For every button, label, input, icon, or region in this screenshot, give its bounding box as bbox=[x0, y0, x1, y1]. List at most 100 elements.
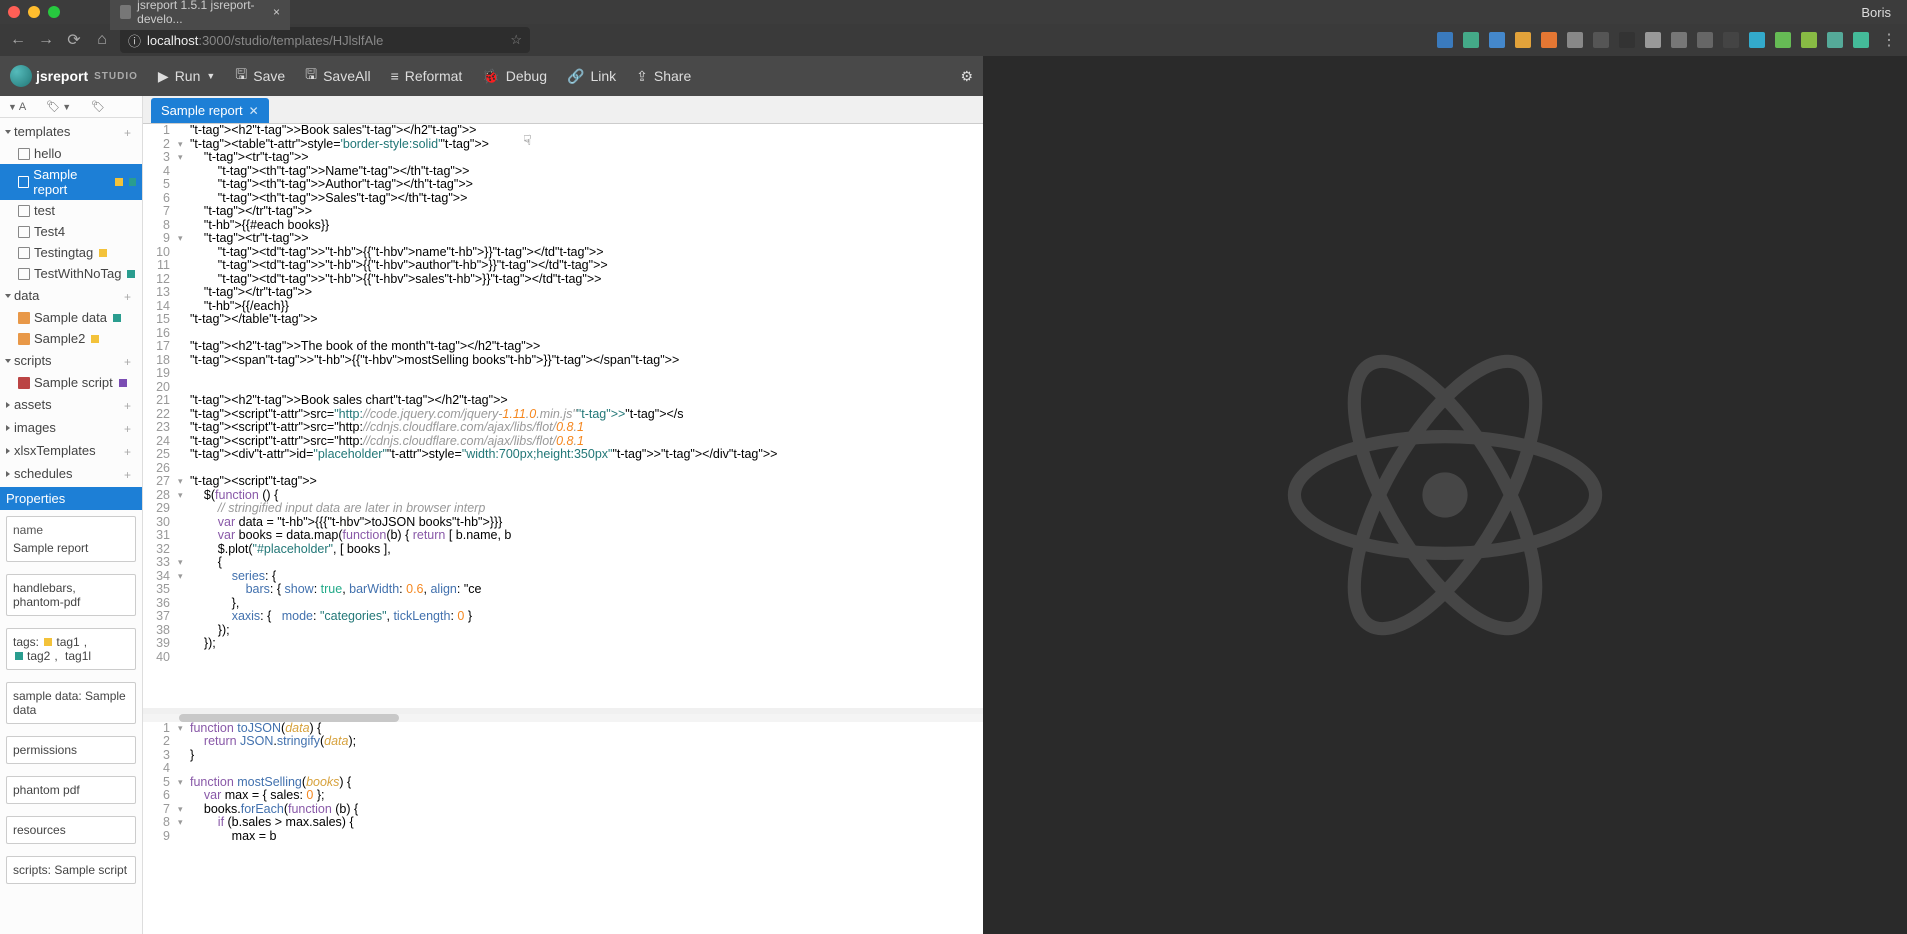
tree-item-test4[interactable]: Test4 bbox=[0, 221, 142, 242]
tag-icon bbox=[99, 249, 107, 257]
saveall-button[interactable]: 🖫 SaveAll bbox=[305, 64, 370, 88]
tree-item-test[interactable]: test bbox=[0, 200, 142, 221]
logo[interactable]: jsreport STUDIO bbox=[10, 65, 138, 87]
settings-button[interactable]: ⚙ bbox=[960, 68, 973, 85]
ext-icon[interactable] bbox=[1489, 32, 1505, 48]
logo-text: jsreport bbox=[36, 68, 88, 84]
tree-item-hello[interactable]: hello bbox=[0, 143, 142, 164]
info-icon[interactable]: ⓘ bbox=[128, 31, 141, 50]
ext-icon[interactable] bbox=[1515, 32, 1531, 48]
close-icon[interactable]: ✕ bbox=[249, 104, 259, 118]
tag-icon bbox=[15, 652, 23, 660]
tree-item-sample2[interactable]: Sample2 bbox=[0, 328, 142, 349]
properties-header: Properties bbox=[0, 487, 142, 510]
ext-icon[interactable] bbox=[1671, 32, 1687, 48]
script-icon bbox=[18, 377, 30, 389]
code-editor-helpers[interactable]: 1▾function toJSON(data) {2 return JSON.s… bbox=[143, 722, 983, 934]
run-button[interactable]: ▶ Run ▼ bbox=[158, 68, 215, 85]
forward-button[interactable]: → bbox=[36, 30, 56, 50]
ext-icon[interactable] bbox=[1775, 32, 1791, 48]
titlebar: jsreport 1.5.1 jsreport-develo... × Bori… bbox=[0, 0, 1907, 24]
minimize-window-icon[interactable] bbox=[28, 6, 40, 18]
plus-icon[interactable]: + bbox=[124, 399, 136, 411]
filter-alpha[interactable]: ▼A bbox=[8, 101, 26, 113]
ext-icon[interactable] bbox=[1463, 32, 1479, 48]
ext-icon[interactable] bbox=[1827, 32, 1843, 48]
tree-item-sample-script[interactable]: Sample script bbox=[0, 372, 142, 393]
plus-icon[interactable]: + bbox=[124, 290, 136, 302]
file-icon bbox=[18, 176, 29, 188]
chevron-down-icon: ▼ bbox=[206, 71, 215, 81]
ext-icon[interactable] bbox=[1697, 32, 1713, 48]
ext-icon[interactable] bbox=[1541, 32, 1557, 48]
react-logo-icon bbox=[1265, 335, 1625, 655]
ext-icon[interactable] bbox=[1567, 32, 1583, 48]
caret-icon bbox=[5, 130, 11, 134]
logo-icon bbox=[10, 65, 32, 87]
ext-icon[interactable] bbox=[1619, 32, 1635, 48]
tree-item-sample-report[interactable]: Sample report bbox=[0, 164, 142, 200]
horizontal-scrollbar[interactable] bbox=[143, 714, 983, 722]
link-button[interactable]: 🔗 Link bbox=[567, 68, 616, 85]
prop-sampledata[interactable]: sample data: Sample data bbox=[6, 682, 136, 724]
tree-group-assets[interactable]: assets+ bbox=[0, 393, 142, 416]
sidebar-filter-tabs: ▼A 🏷▼ 🏷 bbox=[0, 96, 142, 118]
cursor-icon: ☟ bbox=[523, 134, 532, 148]
profile-name[interactable]: Boris bbox=[1861, 5, 1891, 20]
ext-icon[interactable] bbox=[1593, 32, 1609, 48]
star-icon[interactable]: ☆ bbox=[510, 32, 522, 48]
close-window-icon[interactable] bbox=[8, 6, 20, 18]
prop-permissions[interactable]: permissions bbox=[6, 736, 136, 764]
tree-item-sample-data[interactable]: Sample data bbox=[0, 307, 142, 328]
ext-icon[interactable] bbox=[1801, 32, 1817, 48]
data-icon bbox=[18, 312, 30, 324]
tree-group-scripts[interactable]: scripts+ bbox=[0, 349, 142, 372]
filter-tags-icon[interactable]: 🏷 bbox=[91, 100, 105, 113]
code-editor-template[interactable]: ☟ 1"t-tag"><h2"t-tag">>Book sales"t-tag"… bbox=[143, 124, 983, 714]
tree-group-xlsx[interactable]: xlsxTemplates+ bbox=[0, 439, 142, 462]
ext-icon[interactable] bbox=[1853, 32, 1869, 48]
menu-icon[interactable]: ⋮ bbox=[1879, 30, 1899, 50]
prop-resources[interactable]: resources bbox=[6, 816, 136, 844]
debug-button[interactable]: 🐞 Debug bbox=[482, 68, 547, 85]
tree-item-testingtag[interactable]: Testingtag bbox=[0, 242, 142, 263]
plus-icon[interactable]: + bbox=[124, 355, 136, 367]
reformat-button[interactable]: ≡ Reformat bbox=[391, 68, 463, 84]
browser-tab[interactable]: jsreport 1.5.1 jsreport-develo... × bbox=[110, 0, 290, 30]
prop-scripts[interactable]: scripts: Sample script bbox=[6, 856, 136, 884]
prop-tags[interactable]: tags: tag1, tag2, tag1l bbox=[6, 628, 136, 670]
tag-icon bbox=[115, 178, 122, 186]
editor-tab-sample-report[interactable]: Sample report ✕ bbox=[151, 98, 269, 123]
editor-tabbar: Sample report ✕ bbox=[143, 96, 983, 124]
filter-tag[interactable]: 🏷▼ bbox=[46, 100, 71, 113]
prop-engine[interactable]: handlebars, phantom-pdf bbox=[6, 574, 136, 616]
share-button[interactable]: ⇪ Share bbox=[636, 68, 691, 85]
ext-icon[interactable] bbox=[1723, 32, 1739, 48]
plus-icon[interactable]: + bbox=[124, 468, 136, 480]
prop-name[interactable]: name Sample report bbox=[6, 516, 136, 562]
tree-group-templates[interactable]: templates+ bbox=[0, 120, 142, 143]
plus-icon[interactable]: + bbox=[124, 422, 136, 434]
ext-icon[interactable] bbox=[1749, 32, 1765, 48]
tree-group-data[interactable]: data+ bbox=[0, 284, 142, 307]
save-button[interactable]: 🖫 Save bbox=[235, 64, 285, 88]
home-button[interactable]: ⌂ bbox=[92, 30, 112, 50]
plus-icon[interactable]: + bbox=[124, 445, 136, 457]
prop-phantom[interactable]: phantom pdf bbox=[6, 776, 136, 804]
tree-group-schedules[interactable]: schedules+ bbox=[0, 462, 142, 485]
reload-button[interactable]: ⟳ bbox=[64, 30, 84, 50]
devtools-panel[interactable] bbox=[983, 56, 1907, 934]
maximize-window-icon[interactable] bbox=[48, 6, 60, 18]
tree-item-testwithnotag[interactable]: TestWithNoTag bbox=[0, 263, 142, 284]
tree-group-images[interactable]: images+ bbox=[0, 416, 142, 439]
ext-icon[interactable] bbox=[1645, 32, 1661, 48]
window-controls[interactable] bbox=[8, 6, 60, 18]
address-bar[interactable]: ⓘ localhost:3000/studio/templates/HJlslf… bbox=[120, 27, 530, 53]
ext-icon[interactable] bbox=[1437, 32, 1453, 48]
back-button[interactable]: ← bbox=[8, 30, 28, 50]
close-tab-icon[interactable]: × bbox=[273, 5, 280, 19]
file-icon bbox=[18, 268, 30, 280]
caret-icon bbox=[6, 471, 10, 477]
logo-suffix: STUDIO bbox=[94, 71, 138, 82]
plus-icon[interactable]: + bbox=[124, 126, 136, 138]
